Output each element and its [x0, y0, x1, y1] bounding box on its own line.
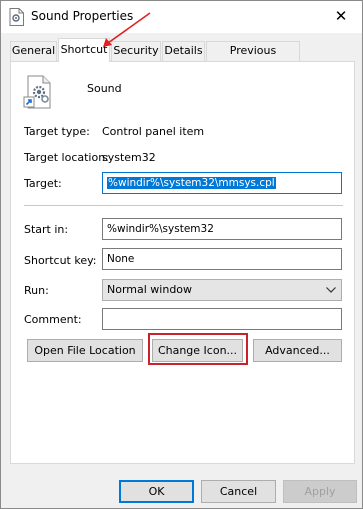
target-type-value: Control panel item: [102, 125, 205, 138]
close-icon: ✕: [334, 7, 348, 25]
run-label: Run:: [24, 284, 49, 297]
tab-previous-versions[interactable]: Previous Versions: [206, 41, 300, 75]
chevron-down-icon: [326, 287, 336, 293]
shortcut-key-label: Shortcut key:: [24, 254, 97, 267]
tab-shortcut[interactable]: Shortcut: [58, 38, 110, 62]
tab-label: General: [11, 44, 56, 57]
target-label: Target:: [24, 177, 62, 190]
change-icon-button[interactable]: Change Icon...: [152, 339, 243, 362]
button-label: Apply: [304, 485, 336, 498]
target-location-value: system32: [102, 151, 156, 164]
close-button[interactable]: ✕: [328, 5, 354, 27]
shortcut-name: Sound: [87, 82, 122, 95]
target-location-label: Target location:: [24, 151, 109, 164]
shortcut-panel: Sound Target type: Control panel item Ta…: [10, 61, 355, 464]
button-label: Advanced...: [265, 344, 330, 357]
target-input[interactable]: %windir%\system32\mmsys.cpl: [102, 172, 342, 194]
comment-input[interactable]: [102, 308, 342, 330]
window-title: Sound Properties: [31, 9, 134, 23]
button-label: OK: [148, 485, 165, 498]
button-label: Cancel: [219, 485, 258, 498]
tab-details[interactable]: Details: [162, 41, 205, 61]
button-label: Open File Location: [34, 344, 136, 357]
shortcut-key-input[interactable]: None: [102, 248, 342, 270]
button-label: Change Icon...: [157, 344, 238, 357]
run-select[interactable]: Normal window: [102, 279, 342, 301]
target-type-label: Target type:: [24, 125, 90, 138]
separator: [24, 205, 343, 206]
target-value: %windir%\system32\mmsys.cpl: [107, 177, 276, 189]
ok-button[interactable]: OK: [119, 480, 194, 503]
tab-security[interactable]: Security: [111, 41, 161, 61]
properties-dialog: Sound Properties ✕ General Shortcut Secu…: [0, 0, 363, 509]
document-gear-icon: [9, 8, 24, 26]
tab-label: Security: [113, 44, 159, 57]
open-file-location-button[interactable]: Open File Location: [27, 339, 143, 362]
advanced-button[interactable]: Advanced...: [253, 339, 342, 362]
title-bar: Sound Properties ✕: [1, 1, 362, 33]
start-in-value: %windir%\system32: [107, 223, 214, 235]
comment-label: Comment:: [24, 313, 82, 326]
shortcut-key-value: None: [107, 253, 135, 265]
cancel-button[interactable]: Cancel: [201, 480, 276, 503]
tab-label: Details: [164, 44, 203, 57]
start-in-label: Start in:: [24, 223, 69, 236]
tab-label: Shortcut: [60, 43, 108, 56]
run-value: Normal window: [107, 283, 193, 296]
apply-button[interactable]: Apply: [283, 480, 357, 503]
tab-general[interactable]: General: [10, 41, 57, 61]
start-in-input[interactable]: %windir%\system32: [102, 218, 342, 240]
document-gear-shortcut-icon: [23, 75, 51, 109]
